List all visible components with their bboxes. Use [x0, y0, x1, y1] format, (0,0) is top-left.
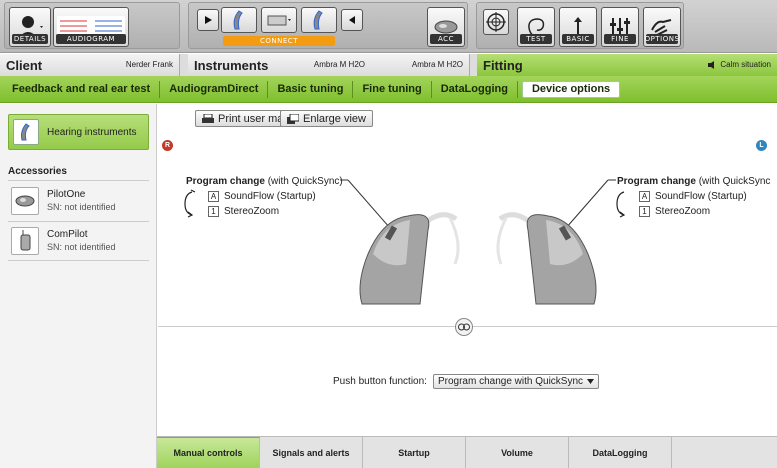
subnav-datalogging[interactable]: DataLogging: [432, 80, 518, 98]
accessory-name: ComPilot: [47, 229, 88, 240]
link-sides-toggle[interactable]: [455, 318, 473, 336]
basic-button[interactable]: BASIC: [559, 7, 597, 47]
hearing-aid-icon: [233, 10, 243, 30]
hearing-instruments-label: Hearing instruments: [47, 126, 137, 138]
left-hearing-aid-icon: [496, 212, 597, 305]
hearing-instruments-button[interactable]: Hearing instruments: [8, 114, 149, 150]
left-hi-button[interactable]: [301, 7, 337, 33]
play-button[interactable]: [197, 9, 219, 31]
programmer-icon: [267, 15, 291, 26]
right-hearing-aid-icon: [359, 212, 460, 305]
tab-datalogging[interactable]: DataLogging: [569, 437, 672, 468]
subnav-basic-tuning[interactable]: Basic tuning: [268, 80, 354, 98]
fitting-subnav: Feedback and real ear test AudiogramDire…: [0, 76, 777, 103]
stop-icon: [349, 16, 355, 24]
accessory-compilot[interactable]: ComPilot SN: not identified: [8, 221, 149, 261]
section-tabs: Client Nerder Frank Instruments Ambra M …: [0, 54, 777, 76]
basic-label: BASIC: [562, 34, 594, 44]
client-name: Nerder Frank: [125, 60, 173, 69]
stop-button[interactable]: [341, 9, 363, 31]
accessory-name: PilotOne: [47, 188, 86, 200]
fitting-tools-group: TEST BASIC FINE OPTIONS: [476, 2, 684, 49]
audiogram-button[interactable]: AUDIOGRAM: [53, 7, 129, 47]
tab-startup[interactable]: Startup: [363, 437, 466, 468]
fitting-tab-title: Fitting: [483, 57, 523, 73]
tab-volume[interactable]: Volume: [466, 437, 569, 468]
details-button[interactable]: DETAILS: [9, 7, 51, 47]
speaker-icon: [708, 60, 715, 69]
remote-control-icon: [11, 186, 39, 215]
options-label: OPTIONS: [644, 34, 680, 44]
accessory-sn: SN: not identified: [47, 242, 116, 252]
audiogram-label: AUDIOGRAM: [56, 34, 126, 44]
hearing-aid-illustration: [184, 179, 626, 305]
chain-link-icon: [458, 323, 470, 331]
situation-label: Calm situation: [720, 60, 771, 69]
patient-group: DETAILS AUDIOGRAM: [4, 2, 180, 49]
hearing-aid-icon: [13, 119, 39, 145]
fine-label: FINE: [604, 34, 636, 44]
right-hi-button[interactable]: [221, 7, 257, 33]
push-button-value: Program change with QuickSync: [437, 376, 584, 387]
options-button[interactable]: OPTIONS: [643, 7, 681, 47]
subnav-audiogramdirect[interactable]: AudiogramDirect: [160, 80, 269, 98]
device-sidebar: Hearing instruments Accessories PilotOne…: [0, 104, 157, 468]
hearing-aid-icon: [313, 10, 323, 30]
accessory-pilotone[interactable]: PilotOne SN: not identified: [8, 180, 149, 220]
target-icon: [486, 12, 506, 32]
subnav-feedback[interactable]: Feedback and real ear test: [0, 80, 161, 98]
instruments-tab-title: Instruments: [194, 57, 269, 73]
connect-group: CONNECT ACC: [188, 2, 468, 49]
push-button-label: Push button function:: [333, 376, 427, 387]
tab-signals-and-alerts[interactable]: Signals and alerts: [260, 437, 363, 468]
fine-button[interactable]: FINE: [601, 7, 639, 47]
device-option-tabs: Manual controls Signals and alerts Start…: [157, 436, 777, 468]
tab-client[interactable]: Client Nerder Frank: [0, 54, 180, 76]
client-tab-title: Client: [6, 57, 43, 73]
acc-button[interactable]: ACC: [427, 7, 465, 47]
instrument-right-model: Ambra M H2O: [313, 60, 365, 69]
acc-label: ACC: [430, 34, 462, 44]
situation-indicator[interactable]: Calm situation: [708, 60, 771, 69]
push-button-row: Push button function: Program change wit…: [333, 374, 600, 389]
accessory-sn: SN: not identified: [47, 201, 116, 212]
push-button-function-select[interactable]: Program change with QuickSync: [432, 374, 600, 389]
play-icon: [205, 16, 212, 24]
main-toolbar: DETAILS AUDIOGRAM CONNECT ACC TEST BASIC…: [0, 0, 777, 53]
subnav-device-options[interactable]: Device options: [521, 80, 621, 98]
details-label: DETAILS: [12, 34, 48, 44]
chevron-down-icon: [587, 379, 595, 384]
compilot-icon: [11, 227, 39, 255]
instrument-left-model: Ambra M H2O: [411, 60, 463, 69]
cycle-arrow-icon: [616, 191, 626, 218]
tab-manual-controls[interactable]: Manual controls: [157, 437, 260, 468]
tab-fitting[interactable]: Fitting Calm situation: [477, 54, 777, 76]
device-options-panel: Print user manual Enlarge view R L Progr…: [158, 104, 777, 436]
tab-instruments[interactable]: Instruments Ambra M H2O Ambra M H2O: [188, 54, 470, 76]
subnav-fine-tuning[interactable]: Fine tuning: [353, 80, 432, 98]
test-label: TEST: [520, 34, 552, 44]
connect-label[interactable]: CONNECT: [223, 36, 335, 46]
target-button[interactable]: [483, 9, 509, 35]
connect-device-button[interactable]: [261, 7, 297, 33]
accessories-title: Accessories: [8, 166, 67, 177]
test-button[interactable]: TEST: [517, 7, 555, 47]
cycle-arrow-icon: [184, 189, 196, 218]
